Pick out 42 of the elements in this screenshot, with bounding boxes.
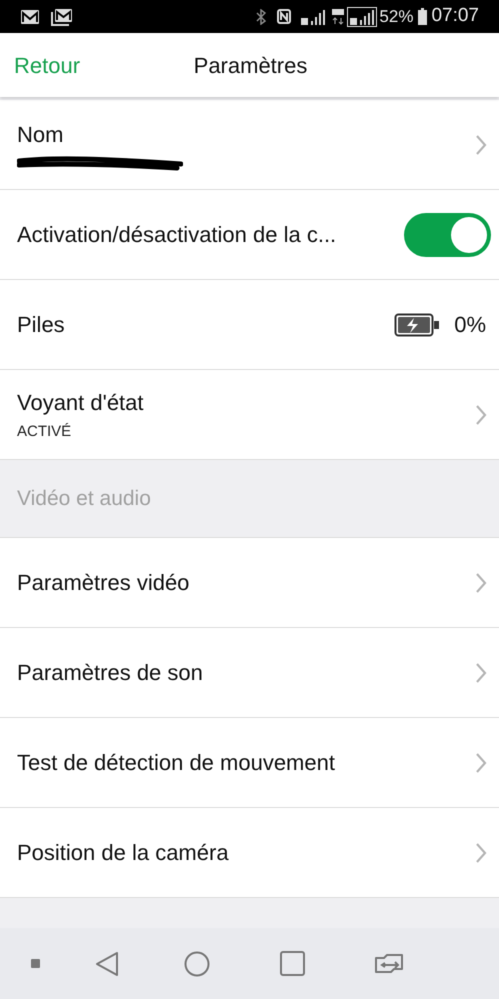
row-label: Voyant d'état [17, 388, 145, 417]
back-icon[interactable] [95, 950, 119, 976]
signal-icon [300, 8, 326, 24]
battery-icon [418, 8, 428, 25]
nfc-icon [277, 9, 292, 24]
chevron-icon [475, 572, 487, 594]
settings-row[interactable]: Piles 0% [0, 280, 499, 370]
row-label: Paramètres de son [17, 659, 204, 687]
row-label: Activation/désactivation de la c... [17, 221, 338, 249]
home-icon[interactable] [184, 950, 210, 976]
row-value: ACTIVÉ [17, 422, 72, 442]
settings-row[interactable]: Voyant d'état ACTIVÉ [0, 370, 499, 460]
battery-charging-icon [394, 312, 440, 336]
screen-title: Paramètres [192, 52, 308, 80]
toggle-switch[interactable] [404, 212, 491, 256]
recent-apps-icon[interactable] [280, 951, 305, 976]
settings-row[interactable]: Test de détection de mouvement [0, 718, 499, 808]
switch-icon[interactable] [375, 952, 405, 974]
row-label: Piles [17, 311, 66, 339]
signal-icon [347, 6, 378, 26]
row-label: Nom [17, 121, 64, 149]
data-arrows-icon [332, 8, 344, 24]
settings-row[interactable]: Position de la caméra [0, 808, 499, 898]
chevron-icon [475, 752, 487, 774]
chevron-icon [475, 404, 487, 426]
clock: 07:07 [431, 4, 479, 28]
battery-level: 0% [454, 311, 486, 339]
mail-stack-icon [51, 8, 73, 26]
bluetooth-icon [256, 8, 266, 24]
chevron-icon [475, 134, 487, 156]
settings-row[interactable]: Paramètres de son [0, 628, 499, 718]
row-label: Paramètres vidéo [17, 569, 190, 597]
settings-row[interactable]: Nom [0, 100, 499, 190]
mail-icon [20, 8, 40, 24]
settings-row[interactable]: Activation/désactivation de la c... [0, 190, 499, 280]
section-title: Vidéo et audio [17, 486, 151, 512]
chevron-icon [475, 842, 487, 864]
chevron-icon [475, 662, 487, 684]
settings-row[interactable]: Paramètres vidéo [0, 538, 499, 628]
row-label: Position de la caméra [17, 839, 230, 867]
row-label: Test de détection de mouvement [17, 749, 336, 777]
battery-percentage: 52% [379, 6, 414, 28]
